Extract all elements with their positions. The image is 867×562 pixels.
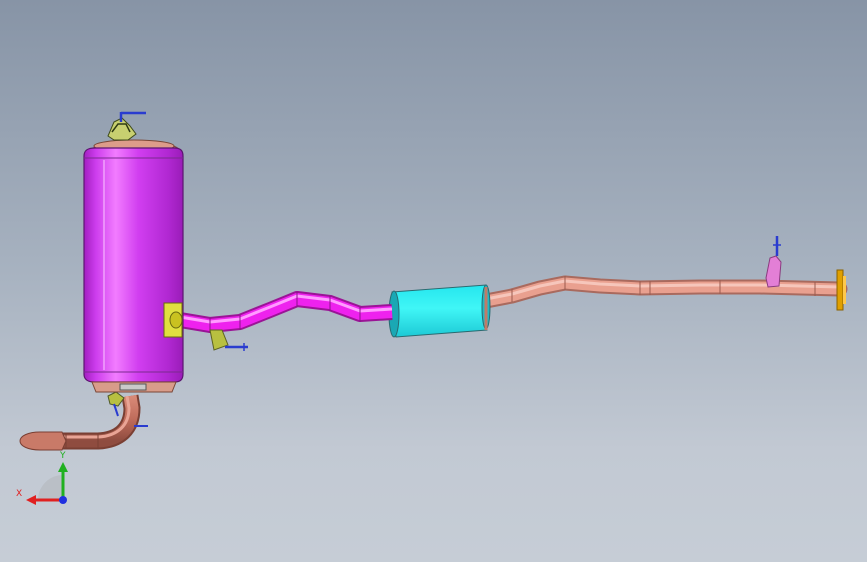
pipe-hanger-bracket[interactable] [209,329,248,351]
cad-3d-viewport[interactable]: X Y [0,0,867,562]
front-pipe[interactable] [478,275,848,309]
inlet-flange[interactable] [836,269,846,311]
connecting-pipe[interactable] [178,291,393,333]
rear-muffler[interactable] [83,139,184,393]
coordinate-triad: X Y [16,451,68,505]
front-hanger-bracket[interactable] [765,236,782,288]
triad-y-label: Y [59,451,66,461]
mid-muffler[interactable] [388,284,491,338]
triad-plane-shading [38,475,63,500]
triad-x-label: X [16,489,22,499]
rear-muffler-top-hanger[interactable] [107,111,146,141]
exhaust-system-model[interactable]: X Y [0,0,867,562]
triad-z-axis [59,496,67,504]
